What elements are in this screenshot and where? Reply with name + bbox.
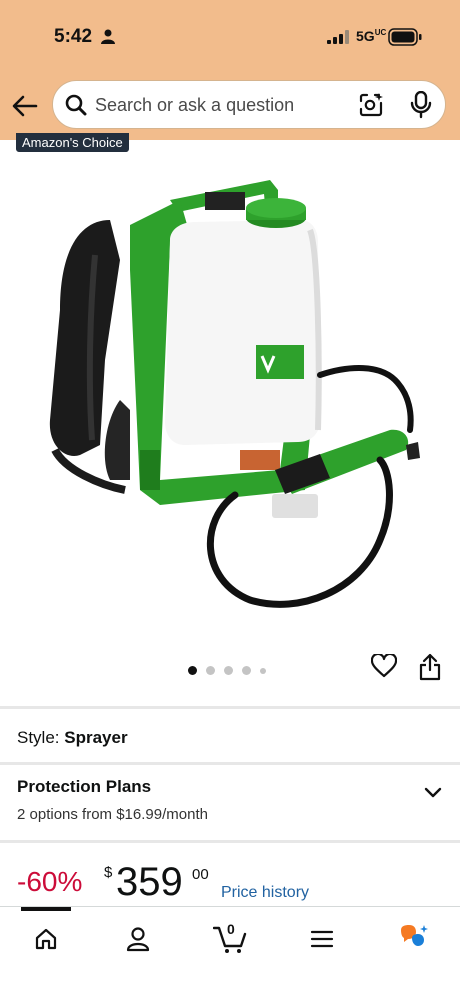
pager-dot[interactable] <box>206 666 215 676</box>
active-tab-indicator <box>21 907 71 911</box>
tab-menu[interactable] <box>299 919 345 959</box>
status-bar: 5:42 5GUC <box>0 0 460 72</box>
tab-rufus[interactable] <box>390 919 436 959</box>
chevron-down-icon[interactable] <box>424 786 442 800</box>
battery-icon <box>388 28 422 46</box>
camera-search-icon[interactable] <box>358 92 384 118</box>
search-input[interactable] <box>95 91 345 119</box>
divider <box>0 706 460 709</box>
pager-dot[interactable] <box>260 667 266 674</box>
cart-count: 0 <box>227 921 235 937</box>
price-whole: 359 <box>116 860 183 904</box>
price-fraction: 00 <box>192 866 209 883</box>
protection-plans-subtitle: 2 options from $16.99/month <box>17 806 208 823</box>
style-value: Sprayer <box>64 728 128 747</box>
amazons-choice-badge: Amazon's Choice <box>16 133 129 152</box>
discount-percent: -60% <box>17 866 83 897</box>
search-bar[interactable] <box>52 80 446 129</box>
divider <box>0 840 460 843</box>
header: 5:42 5GUC <box>0 0 460 140</box>
search-icon <box>65 94 87 116</box>
pager-dot[interactable] <box>224 666 233 676</box>
style-selector[interactable]: Style: Sprayer <box>17 728 128 748</box>
pager-dot[interactable] <box>188 666 197 676</box>
home-icon <box>35 928 57 950</box>
divider <box>0 762 460 765</box>
share-icon[interactable] <box>419 653 441 681</box>
tab-cart[interactable]: 0 <box>207 919 253 959</box>
price-history-link[interactable]: Price history <box>221 884 309 902</box>
rufus-assistant-icon <box>401 925 428 946</box>
product-image[interactable] <box>20 160 440 620</box>
product-page: 5:42 5GUC Search or ask a question Amazo… <box>0 0 460 1000</box>
person-outline-icon <box>126 927 150 952</box>
heart-icon[interactable] <box>371 654 397 678</box>
tab-account[interactable] <box>115 919 161 959</box>
bottom-tab-bar: 0 <box>0 906 460 1000</box>
signal-icon <box>327 30 349 44</box>
network-label: 5GUC <box>356 28 387 44</box>
menu-icon <box>310 930 334 948</box>
microphone-icon[interactable] <box>410 91 432 119</box>
image-pager[interactable] <box>188 662 275 676</box>
back-arrow-icon[interactable] <box>10 91 40 121</box>
style-label: Style: <box>17 728 60 747</box>
pager-dot[interactable] <box>242 666 251 676</box>
person-icon <box>101 29 115 44</box>
protection-plans-title: Protection Plans <box>17 777 152 796</box>
status-time: 5:42 <box>54 26 93 47</box>
tab-home[interactable] <box>23 919 69 959</box>
price-currency: $ <box>104 864 113 881</box>
